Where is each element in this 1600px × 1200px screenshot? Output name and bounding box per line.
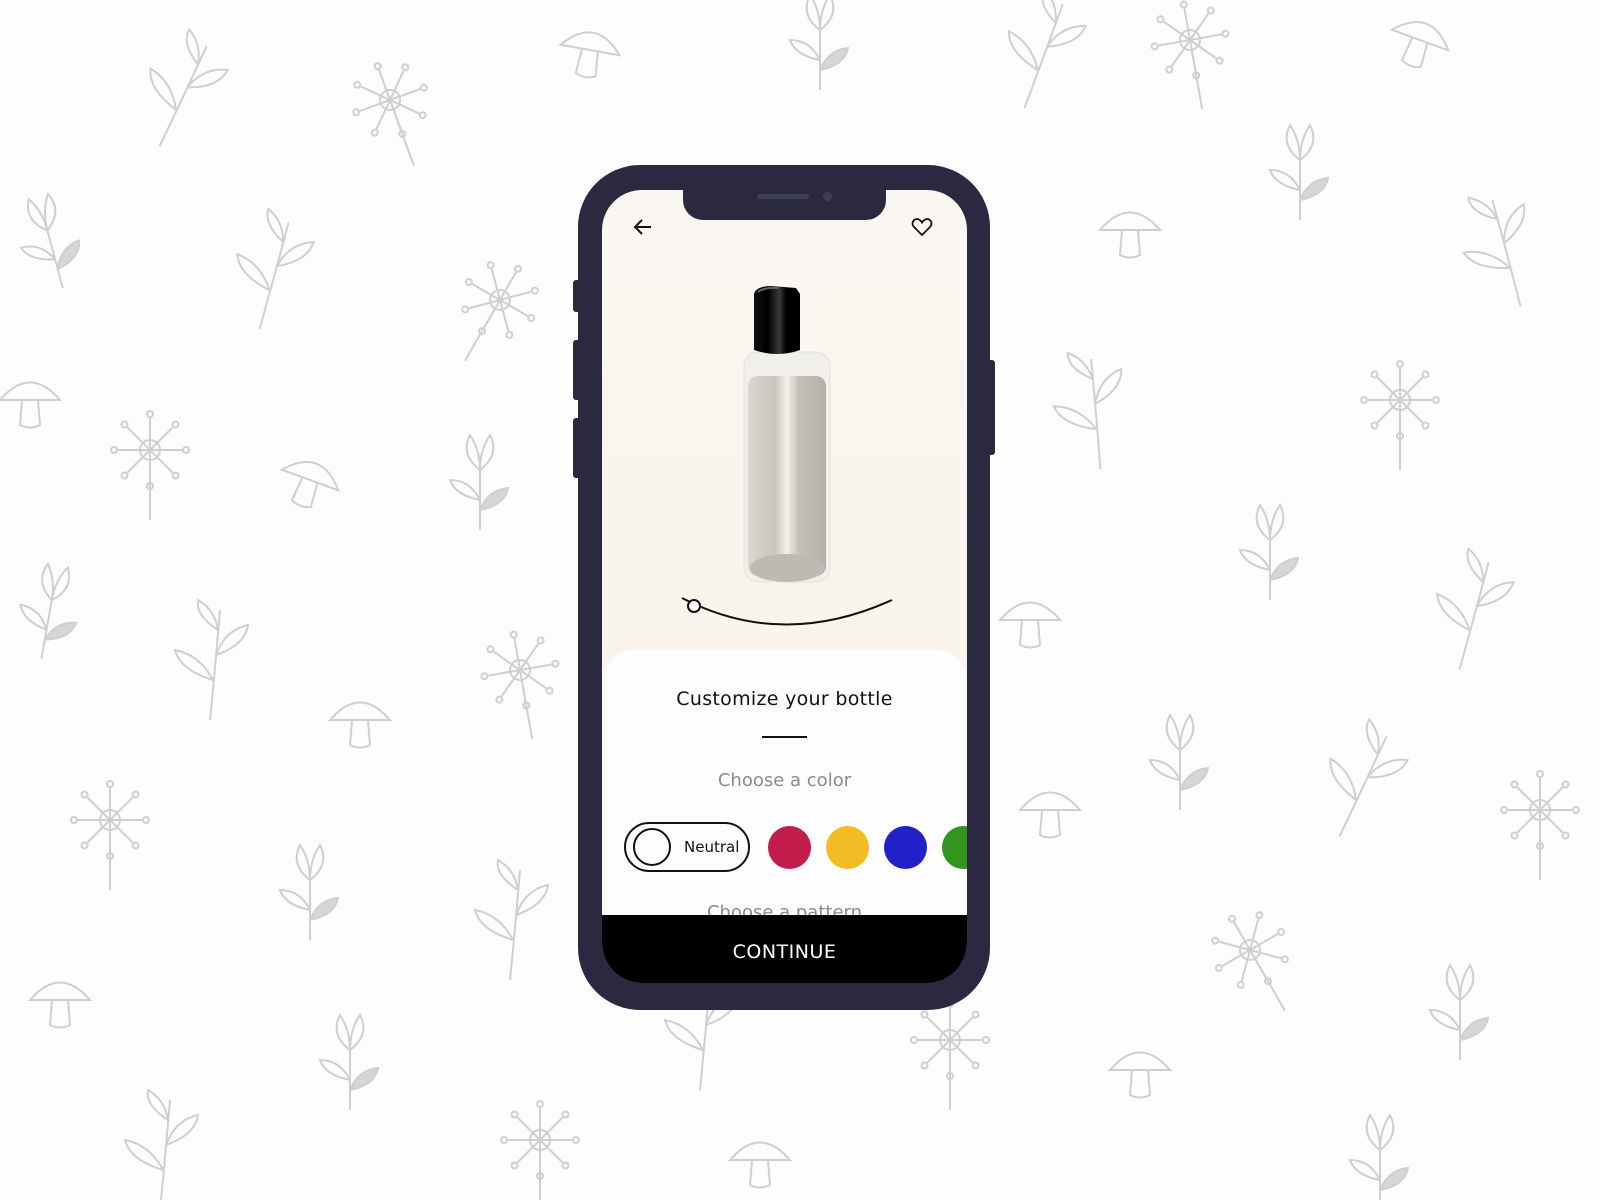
floral-doodle-icon [236,207,315,330]
floral-doodle-icon [1007,0,1088,109]
floral-doodle-icon [110,410,190,520]
rotate-slider-handle[interactable] [687,599,701,613]
floral-doodle-icon [1097,211,1163,259]
floral-doodle-icon [727,1141,793,1189]
color-swatch-red[interactable] [768,826,811,869]
phone-mute-button [573,280,581,312]
floral-doodle-icon [19,561,78,660]
floral-doodle-icon [1150,0,1230,110]
floral-doodle-icon [278,843,340,940]
color-swatch-blue[interactable] [884,826,927,869]
floral-doodle-icon [500,1100,580,1200]
selected-color-label: Neutral [684,838,740,856]
floral-doodle-icon [1052,351,1123,470]
floral-doodle-icon [1211,911,1289,1012]
floral-doodle-icon [1461,196,1526,307]
floral-doodle-icon [0,381,63,429]
speaker [757,194,809,199]
back-button[interactable] [630,214,656,240]
floral-doodle-icon [279,461,340,509]
favorite-button[interactable] [909,214,935,240]
floral-doodle-icon [1238,503,1300,600]
floral-doodle-icon [1360,360,1440,470]
color-swatch-green[interactable] [942,826,967,869]
floral-doodle-icon [327,701,393,749]
bottle-preview-image[interactable] [738,278,838,598]
floral-doodle-icon [1348,1113,1410,1200]
floral-doodle-icon [27,981,93,1029]
neutral-color-circle [633,828,671,866]
camera [823,192,832,201]
app-screen: Customize your bottle Choose a color Neu… [602,190,967,983]
customize-sheet: Customize your bottle Choose a color Neu… [602,650,967,950]
color-swatch-yellow[interactable] [826,826,869,869]
arrow-left-icon [633,219,651,235]
color-swatch-list: Neutral [624,822,967,876]
floral-doodle-icon [997,601,1063,649]
phone-notch [683,190,886,220]
floral-doodle-icon [788,0,850,90]
floral-doodle-icon [558,31,622,79]
floral-doodle-icon [352,62,428,167]
rotate-slider[interactable] [672,590,902,640]
floral-doodle-icon [1389,21,1450,69]
phone-power-button [987,360,995,455]
floral-doodle-icon [70,780,150,890]
floral-doodle-icon [1436,547,1515,670]
floral-doodle-icon [173,598,250,721]
continue-button[interactable]: CONTINUE [602,915,967,983]
floral-doodle-icon [19,191,81,289]
floral-doodle-icon [461,261,539,362]
floral-doodle-icon [1329,717,1410,837]
heart-outline-icon [911,218,933,237]
color-swatch-neutral[interactable]: Neutral [624,822,750,872]
sheet-title: Customize your bottle [676,688,893,710]
floral-doodle-icon [318,1013,380,1110]
floral-doodle-icon [1107,1051,1173,1099]
floral-doodle-icon [1428,963,1490,1060]
floral-doodle-icon [1500,770,1580,880]
floral-doodle-icon [1148,713,1210,810]
floral-doodle-icon [910,1000,990,1110]
floral-doodle-icon [1017,791,1083,839]
floral-doodle-icon [473,858,550,981]
phone-volume-down-button [573,418,581,478]
phone-volume-up-button [573,340,581,400]
floral-doodle-icon [480,630,560,740]
floral-doodle-icon [123,1088,200,1200]
title-divider [762,736,807,738]
choose-color-label: Choose a color [717,770,852,791]
floral-doodle-icon [1268,123,1330,220]
phone-frame: Customize your bottle Choose a color Neu… [573,165,995,1010]
floral-doodle-icon [448,433,510,530]
floral-doodle-icon [149,27,230,147]
